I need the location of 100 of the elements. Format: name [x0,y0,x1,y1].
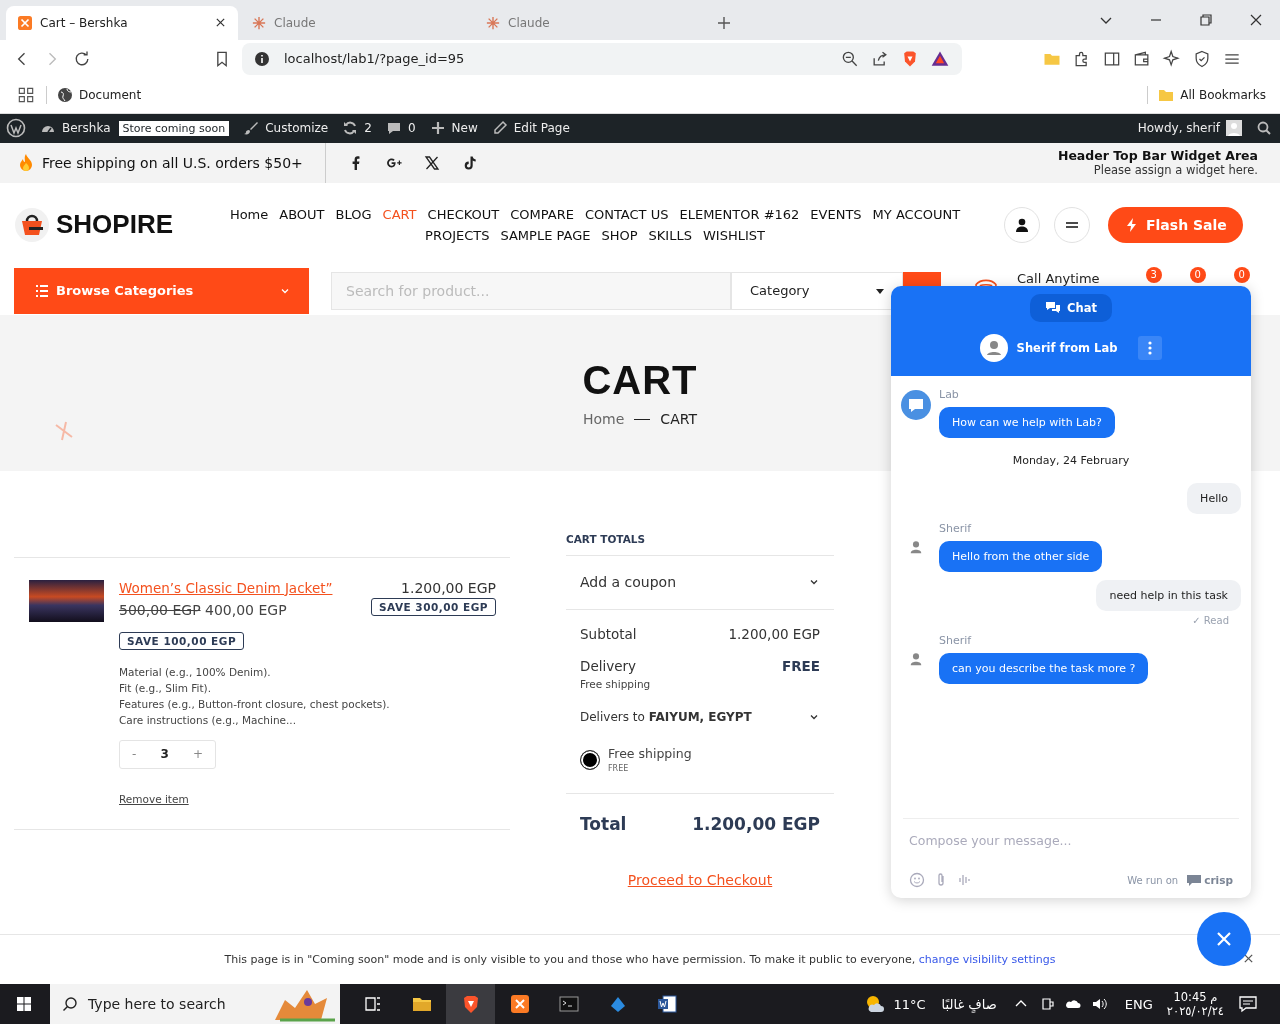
count-badge: 3 [1145,266,1162,283]
close-chat-button[interactable] [1197,912,1251,966]
terminal-icon [558,994,579,1014]
savings-tag: SAVE 300,00 EGP [370,597,496,616]
total-label: Total [580,813,627,834]
admin-bar-item[interactable]: Edit Page [491,120,570,137]
taskbar-search-field[interactable]: Type here to search [50,984,340,1024]
admin-bar-item[interactable]: New [429,120,478,137]
temperature[interactable]: 11°C [893,996,926,1012]
document-w-icon [656,994,677,1014]
quantity-value[interactable]: 3 [160,747,169,762]
notification-icon[interactable] [1238,994,1258,1014]
browser-tab[interactable]: Claude [240,5,472,40]
checkout-link[interactable]: Proceed to Checkout [627,871,773,888]
admin-bar-item[interactable]: 2 [342,120,372,137]
browser-tab[interactable]: Claude [474,5,706,40]
brand-name[interactable]: crisp [1204,874,1233,886]
chat-logo-icon [901,390,931,420]
chat-tab[interactable]: Chat [1030,294,1112,322]
breadcrumb-separator [634,418,651,420]
radio-button[interactable] [580,749,600,770]
person-icon [909,540,923,554]
weather-text[interactable]: صافٍ غالبًا [941,996,997,1012]
nav-link[interactable]: SHOP [601,227,638,243]
operator-message: How can we help with Lab? [939,407,1115,438]
quantity-stepper[interactable]: - 3 + [119,739,216,769]
refresh-icon [342,120,359,137]
increase-button[interactable]: + [192,747,203,762]
decrease-button[interactable]: - [132,747,137,762]
address-field[interactable]: localhost/lab1/?page_id=95 [242,42,962,75]
more-icon [1148,341,1153,355]
avatar-icon [1226,120,1242,137]
account-link[interactable]: Howdy, sherif [1137,120,1242,137]
product-detail: Fit (e.g., Slim Fit). [119,681,213,694]
nav-link[interactable]: PROJECTS [425,227,490,243]
search-icon[interactable] [1256,120,1272,137]
widget-hint: Please assign a widget here. [1093,163,1258,178]
nav-link[interactable]: Home [229,206,269,222]
speech-bubble-icon [385,120,402,137]
windows-logo-icon[interactable] [16,996,32,1012]
close-icon[interactable] [1243,953,1254,965]
new-tab-icon[interactable] [716,14,732,31]
agent-name: Sherif from Lab [1016,341,1118,355]
chat-bubbles-icon [1045,300,1062,316]
line-total: 1.200,00 EGP [401,579,496,596]
app-logo-icon [509,994,530,1014]
person-icon [909,652,923,666]
weather-sun-cloud-icon[interactable] [865,994,886,1014]
speaker-icon[interactable] [1090,996,1107,1012]
search-placeholder: Type here to search [88,996,226,1012]
logo-text[interactable]: SHOPIRE [56,209,174,241]
wordpress-logo-icon[interactable] [6,118,26,139]
pencil-icon [491,120,508,137]
site-link[interactable]: Bershka [40,120,111,137]
nav-link[interactable]: WISHLIST [702,227,765,243]
folder-icon [1158,87,1175,104]
search-field[interactable]: Search for product... [331,271,731,310]
coming-soon-notice: This page is in "Coming soon" mode and is only visible to you and those who have permission. To make it public to everyone, change visibility settings [224,953,1056,966]
bookmark-link[interactable]: Document [57,87,142,104]
nav-link[interactable]: COMPARE [510,206,574,222]
call-label: Call Anytime [1017,270,1100,286]
date-separator: Monday, 24 February [1012,454,1130,467]
product-name-link[interactable]: Women’s Classic Denim Jacket” [119,579,333,596]
nav-link[interactable]: ABOUT [279,206,325,222]
admin-bar-item[interactable]: Customize [243,120,329,137]
all-bookmarks-link[interactable]: All Bookmarks [1158,87,1266,104]
close-icon[interactable] [215,17,226,29]
list-icon [34,282,50,299]
total-value: 1.200,00 EGP [692,813,820,834]
clock-date[interactable]: ٢٠٢٥/٠٢/٢٤ [1166,1004,1224,1018]
language-indicator[interactable]: ENG [1124,996,1153,1012]
starburst-icon [486,15,500,30]
task-view-icon [362,994,383,1014]
admin-bar-item[interactable]: 0 [385,120,416,137]
restore-icon[interactable] [1198,11,1214,28]
browser-tab[interactable]: Cart – Bershka [6,5,238,40]
operator-message: can you describe the task more ? [939,653,1149,684]
category-select[interactable]: Category [731,271,903,310]
product-detail: Care instructions (e.g., Machine... [119,713,297,726]
visitor-message: need help in this task [1096,580,1241,611]
nav-link[interactable]: CHECKOUT [427,206,500,222]
nav-link[interactable]: SKILLS [648,227,692,243]
nav-link[interactable]: SAMPLE PAGE [500,227,591,243]
delivery-address: Delivers to FAIYUM, EGYPT [580,709,752,724]
nav-link[interactable]: MY ACCOUNT [872,206,961,222]
sparkle-icon[interactable] [1162,48,1182,69]
nav-link[interactable]: ELEMENTOR #162 [679,206,800,222]
sender-name: Sherif [939,634,972,647]
coupon-toggle[interactable]: Add a coupon [566,555,834,610]
sale-price: 400,00 EGP [205,601,287,618]
nav-link[interactable]: BLOG [335,206,372,222]
remove-item-link[interactable]: Remove item [119,792,189,805]
plus-icon [429,120,446,137]
clock-time[interactable]: 10:45 م [1173,990,1218,1004]
x-logo-icon[interactable] [423,154,440,171]
sender-name: Sherif [939,522,972,535]
nav-link[interactable]: CONTACT US [584,206,669,222]
breadcrumb-link[interactable]: Home [583,411,625,428]
nav-link[interactable]: EVENTS [810,206,862,222]
visibility-settings-link[interactable]: change visibility settings [918,953,1056,966]
